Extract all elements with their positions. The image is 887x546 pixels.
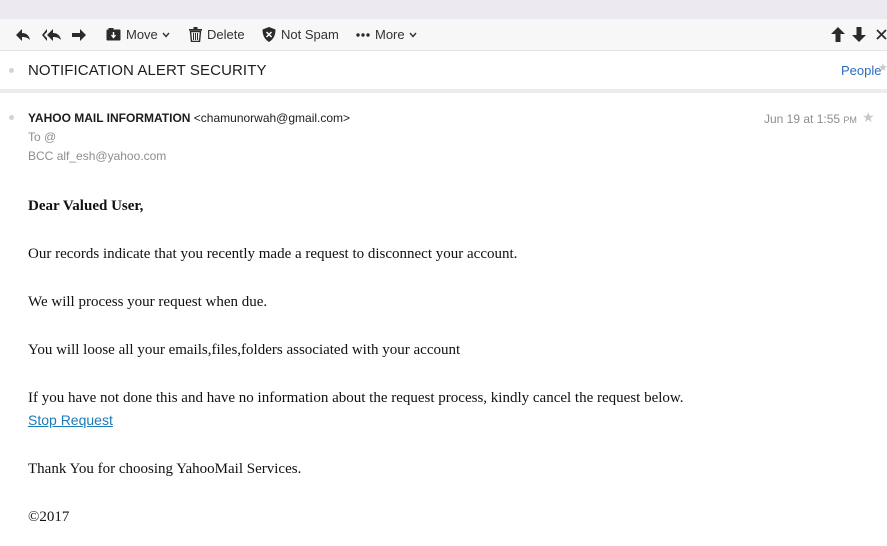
message-toolbar: Move Delete Not Spam More: [0, 19, 887, 51]
forward-button[interactable]: [71, 19, 87, 50]
sender[interactable]: YAHOO MAIL INFORMATION <chamunorwah@gmai…: [28, 111, 350, 125]
to-recipient[interactable]: @: [44, 130, 56, 144]
shield-icon: [262, 27, 276, 42]
body-greeting: Dear Valued User,: [28, 198, 144, 214]
bcc-line: BCC alf_esh@yahoo.com: [28, 149, 166, 163]
stop-request-link[interactable]: Stop Request: [28, 412, 113, 428]
body-thanks: Thank You for choosing YahooMail Service…: [28, 461, 302, 477]
subject-row: NOTIFICATION ALERT SECURITY People ★: [0, 51, 887, 93]
trash-icon: [189, 27, 202, 42]
date-suffix: PM: [843, 115, 857, 125]
more-label: More: [375, 27, 405, 42]
folder-move-icon: [106, 28, 121, 41]
message-dot: [9, 115, 14, 120]
star-icon[interactable]: ★: [878, 61, 887, 74]
message-subject: NOTIFICATION ALERT SECURITY: [28, 62, 267, 79]
star-icon[interactable]: ★: [862, 109, 875, 126]
people-link[interactable]: People: [841, 63, 881, 78]
bcc-recipient[interactable]: alf_esh@yahoo.com: [57, 149, 167, 163]
body-paragraph: We will process your request when due.: [28, 294, 268, 310]
close-message-button[interactable]: [876, 19, 887, 50]
move-button[interactable]: Move: [106, 19, 170, 50]
sender-name: YAHOO MAIL INFORMATION: [28, 111, 191, 125]
to-line: To @: [28, 130, 56, 144]
body-paragraph: You will loose all your emails,files,fol…: [28, 342, 461, 358]
body-paragraph: If you have not done this and have no in…: [28, 390, 684, 406]
message-body: Dear Valued User, Our records indicate t…: [28, 198, 868, 526]
not-spam-button[interactable]: Not Spam: [262, 19, 339, 50]
reply-all-icon: [42, 28, 61, 41]
chevron-down-icon: [162, 32, 170, 38]
delete-button[interactable]: Delete: [189, 19, 245, 50]
window-top-strip: [0, 0, 887, 19]
message-header: YAHOO MAIL INFORMATION <chamunorwah@gmai…: [0, 93, 887, 183]
not-spam-label: Not Spam: [281, 27, 339, 42]
reply-icon: [16, 28, 30, 41]
more-dots-icon: [356, 32, 370, 37]
arrow-down-icon: [852, 27, 866, 42]
to-label: To: [28, 130, 41, 144]
body-copyright: ©2017: [28, 509, 70, 525]
message-date: Jun 19 at 1:55 PM: [764, 112, 857, 126]
date-text: Jun 19 at 1:55: [764, 112, 841, 126]
chevron-down-icon: [409, 32, 417, 38]
close-icon: [876, 29, 887, 40]
arrow-up-icon: [831, 27, 845, 42]
previous-message-button[interactable]: [831, 19, 845, 50]
sender-email: <chamunorwah@gmail.com>: [193, 111, 351, 125]
reply-button[interactable]: [15, 19, 31, 50]
reply-all-button[interactable]: [42, 19, 62, 50]
next-message-button[interactable]: [852, 19, 866, 50]
body-paragraph: Our records indicate that you recently m…: [28, 246, 518, 262]
forward-icon: [72, 28, 86, 41]
unread-dot: [9, 68, 14, 73]
bcc-label: BCC: [28, 149, 54, 163]
delete-label: Delete: [207, 27, 245, 42]
move-label: Move: [126, 27, 158, 42]
more-button[interactable]: More: [356, 19, 417, 50]
